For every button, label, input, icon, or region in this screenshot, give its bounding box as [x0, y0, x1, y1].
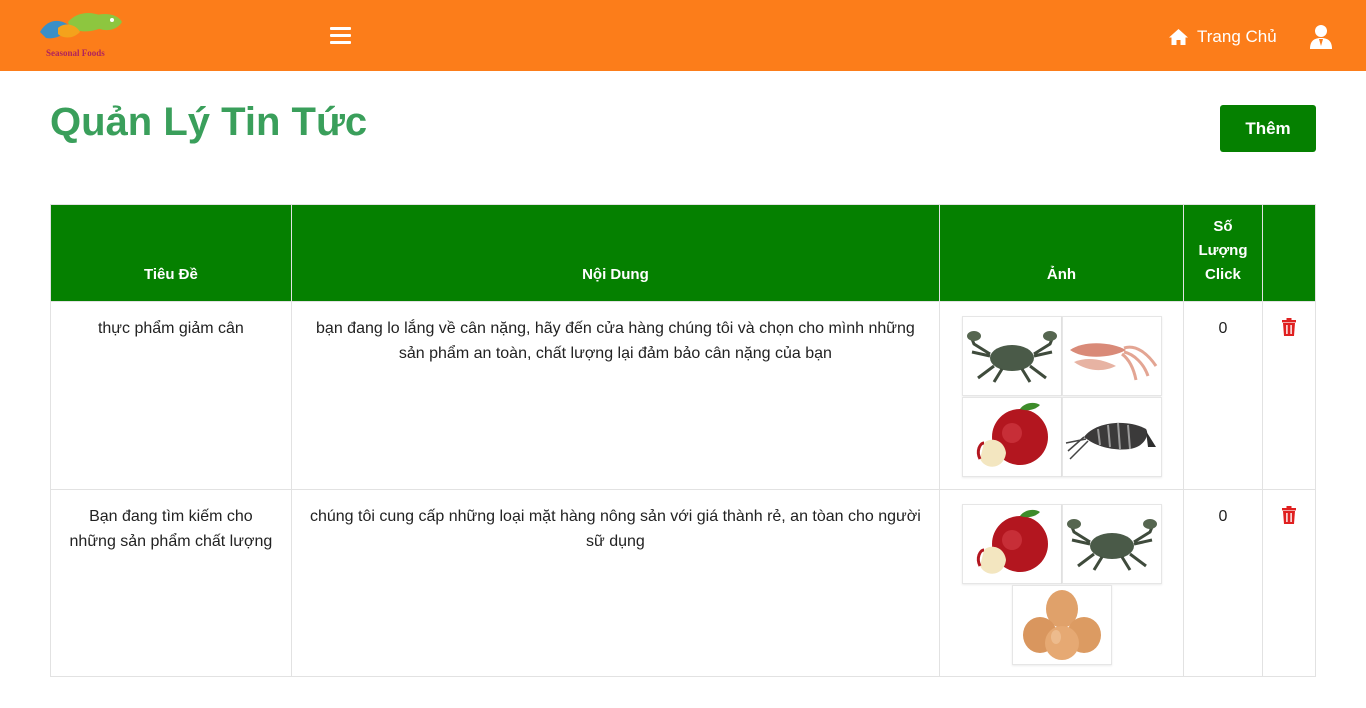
home-icon — [1169, 29, 1188, 45]
hamburger-icon-bar — [330, 34, 351, 37]
column-header-click-count: Số Lượng Click — [1183, 204, 1263, 302]
column-header-image: Ảnh — [939, 204, 1184, 302]
delete-button[interactable] — [1281, 318, 1297, 344]
hamburger-icon-bar — [330, 41, 351, 44]
trash-icon — [1281, 318, 1296, 336]
click-count-cell: 0 — [1183, 301, 1263, 490]
page-title: Quản Lý Tin Tức — [50, 100, 368, 144]
table-header-row: Tiêu Đề Nội Dung Ảnh Số Lượng Click — [50, 204, 1317, 302]
apple-image — [961, 504, 1062, 584]
shrimp-image — [1061, 397, 1162, 477]
home-link[interactable]: Trang Chủ — [1168, 24, 1277, 50]
logo-text: Seasonal Foods — [46, 48, 105, 58]
user-account-button[interactable] — [1309, 24, 1333, 50]
crab-image — [961, 316, 1062, 396]
column-header-title: Tiêu Đề — [50, 204, 292, 302]
news-title-cell: Bạn đang tìm kiếm cho những sản phẩm chấ… — [50, 489, 292, 677]
image-gallery — [961, 504, 1163, 666]
table-row: Bạn đang tìm kiếm cho những sản phẩm chấ… — [50, 489, 1317, 677]
user-icon — [1310, 25, 1332, 49]
news-content-cell: chúng tôi cung cấp những loại mặt hàng n… — [290, 489, 941, 677]
eggs-image — [1011, 585, 1112, 665]
add-news-button[interactable]: Thêm — [1220, 105, 1316, 152]
click-count-cell: 0 — [1183, 489, 1263, 677]
news-content-cell: bạn đang lo lắng về cân nặng, hãy đến cử… — [290, 301, 941, 490]
home-link-label: Trang Chủ — [1197, 27, 1277, 46]
fish-logo-icon — [40, 13, 122, 39]
news-images-cell — [939, 489, 1184, 677]
image-gallery — [961, 316, 1163, 478]
table-row: thực phẩm giảm cân bạn đang lo lắng về c… — [50, 301, 1317, 490]
delete-button[interactable] — [1281, 506, 1297, 532]
news-images-cell — [939, 301, 1184, 490]
actions-cell — [1261, 301, 1317, 490]
crab-image — [1061, 504, 1162, 584]
news-title-cell: thực phẩm giảm cân — [50, 301, 292, 490]
apple-image — [961, 397, 1062, 477]
actions-cell — [1261, 489, 1317, 677]
squid-image — [1061, 316, 1162, 396]
trash-icon — [1281, 506, 1296, 524]
news-table: Tiêu Đề Nội Dung Ảnh Số Lượng Click thực… — [50, 204, 1317, 677]
menu-toggle-button[interactable] — [330, 25, 352, 45]
brand-logo[interactable]: Seasonal Foods — [38, 10, 128, 62]
top-navbar: Seasonal Foods Trang Chủ — [0, 0, 1366, 71]
column-header-content: Nội Dung — [290, 204, 941, 302]
column-header-actions — [1261, 204, 1317, 302]
hamburger-icon — [330, 27, 351, 30]
